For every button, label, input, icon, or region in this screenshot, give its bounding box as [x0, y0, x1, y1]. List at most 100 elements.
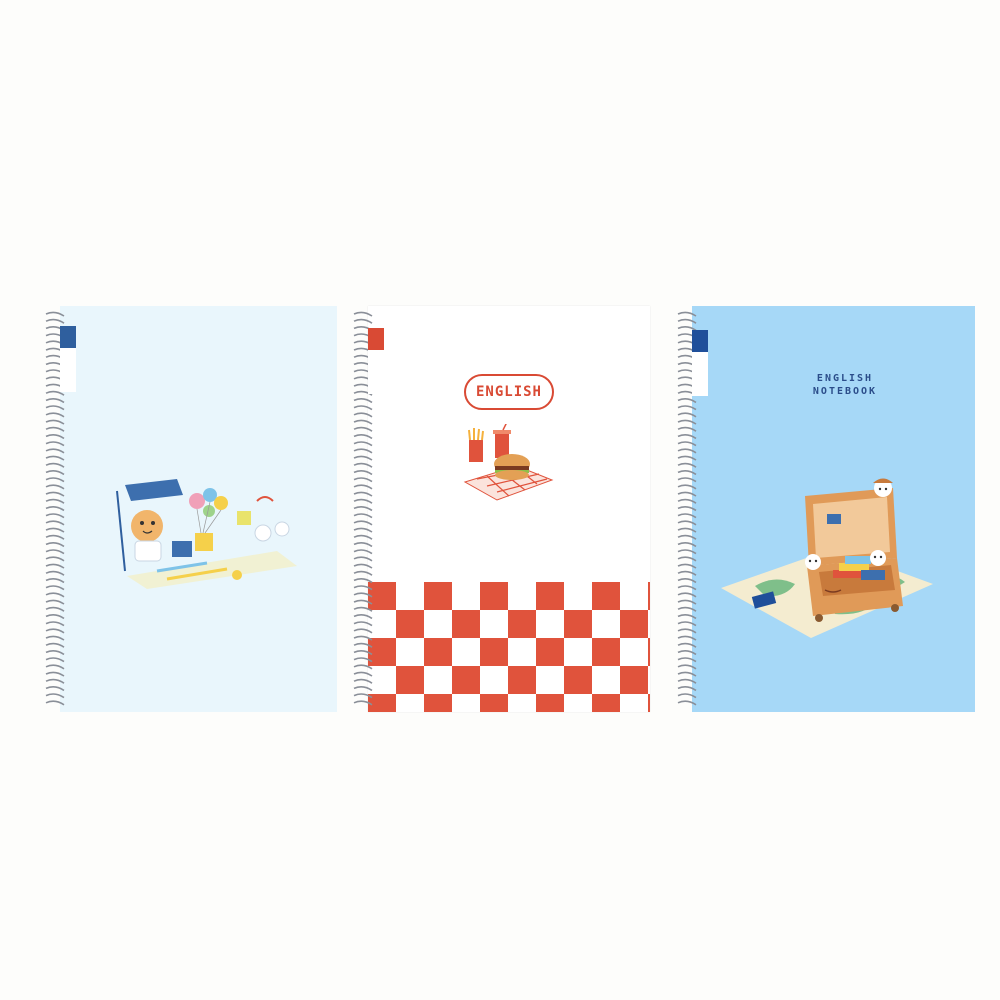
checker-square: [648, 694, 650, 712]
spiral-coil: [45, 599, 65, 605]
spiral-coil: [353, 556, 373, 562]
spiral-coil: [353, 448, 373, 454]
spiral-coil: [353, 650, 373, 656]
spiral-coil: [353, 621, 373, 627]
spiral-coil: [353, 686, 373, 692]
spiral-coil: [45, 614, 65, 620]
checker-square: [480, 638, 508, 666]
spiral-coil: [45, 534, 65, 540]
spiral-coil: [45, 542, 65, 548]
checker-square: [424, 638, 452, 666]
spiral-coil: [45, 671, 65, 677]
spiral-coil: [45, 578, 65, 584]
spiral-coil: [45, 686, 65, 692]
spiral-coil: [677, 462, 697, 468]
checker-square: [424, 694, 452, 712]
spiral-coil: [353, 642, 373, 648]
spiral-coil: [353, 462, 373, 468]
spiral-coil: [353, 527, 373, 533]
spiral-coil: [677, 527, 697, 533]
right-tab-3: [692, 374, 708, 396]
spiral-coil: [677, 614, 697, 620]
checker-square: [424, 582, 452, 610]
spiral-coil: [353, 506, 373, 512]
middle-index-tabs: [368, 328, 384, 394]
spiral-coil: [353, 470, 373, 476]
spiral-coil: [353, 491, 373, 497]
left-tab-2: [60, 348, 76, 370]
spiral-coil: [353, 563, 373, 569]
left-index-tabs: [60, 326, 76, 392]
spiral-coil: [677, 398, 697, 404]
spiral-coil: [45, 657, 65, 663]
spiral-coil: [45, 592, 65, 598]
spiral-coil: [677, 477, 697, 483]
spiral-coil: [677, 628, 697, 634]
spiral-coil: [353, 599, 373, 605]
spiral-coil: [677, 693, 697, 699]
spiral-coil: [45, 484, 65, 490]
spiral-coil: [45, 311, 65, 317]
spiral-coil: [677, 664, 697, 670]
checker-square: [508, 610, 536, 638]
spiral-coil: [45, 621, 65, 627]
middle-tab-3: [368, 372, 384, 394]
product-photo: ENGLISH ENGLISH NOTEBOOK: [0, 0, 1000, 1000]
spiral-coil: [677, 470, 697, 476]
spiral-coil: [677, 491, 697, 497]
checker-square: [592, 638, 620, 666]
spiral-coil: [353, 498, 373, 504]
checker-square: [536, 694, 564, 712]
spiral-coil: [677, 455, 697, 461]
spiral-coil: [677, 311, 697, 317]
spiral-coil: [45, 318, 65, 324]
spiral-coil: [353, 534, 373, 540]
left-tab-3: [60, 370, 76, 392]
spiral-coil: [353, 585, 373, 591]
spiral-coil: [45, 693, 65, 699]
checker-square: [592, 582, 620, 610]
spiral-coil: [353, 311, 373, 317]
spiral-coil: [45, 506, 65, 512]
left-tab-1: [60, 326, 76, 348]
spiral-coil: [45, 405, 65, 411]
spiral-coil: [677, 506, 697, 512]
spiral-coil: [677, 556, 697, 562]
checker-square: [648, 582, 650, 610]
spiral-coil: [677, 542, 697, 548]
spiral-coil: [353, 693, 373, 699]
spiral-coil: [45, 628, 65, 634]
right-title: ENGLISH NOTEBOOK: [785, 372, 905, 398]
spiral-coil: [353, 441, 373, 447]
spiral-coil: [353, 434, 373, 440]
checker-square: [620, 666, 648, 694]
spiral-coil: [353, 657, 373, 663]
spiral-coil: [45, 426, 65, 432]
spiral-coil: [677, 578, 697, 584]
checker-square: [480, 694, 508, 712]
spiral-coil: [353, 700, 373, 706]
checker-square: [536, 582, 564, 610]
spiral-coil: [677, 520, 697, 526]
spiral-coil: [45, 549, 65, 555]
spiral-coil: [353, 592, 373, 598]
spiral-coil: [353, 398, 373, 404]
checker-square: [452, 610, 480, 638]
spiral-coil: [45, 700, 65, 706]
spiral-coil: [353, 520, 373, 526]
middle-tab-2: [368, 350, 384, 372]
spiral-coil: [45, 491, 65, 497]
suitcase-map-illustration: [721, 478, 933, 638]
spiral-coil: [45, 635, 65, 641]
spiral-coil: [45, 419, 65, 425]
spiral-coil: [353, 477, 373, 483]
spiral-coil: [45, 390, 65, 396]
spiral-coil: [677, 599, 697, 605]
spiral-coil: [677, 650, 697, 656]
spiral-coil: [677, 534, 697, 540]
right-notebook: ENGLISH NOTEBOOK: [675, 306, 975, 712]
spiral-coil: [677, 484, 697, 490]
spiral-coil: [353, 318, 373, 324]
checker-square: [396, 610, 424, 638]
spiral-coil: [45, 570, 65, 576]
